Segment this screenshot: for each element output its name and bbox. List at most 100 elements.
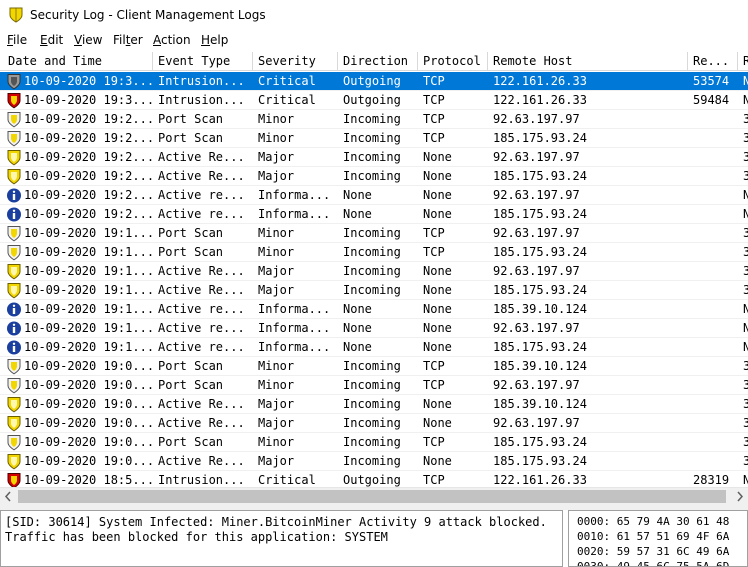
cell-protocol: None — [423, 283, 452, 297]
column-header[interactable]: R — [738, 52, 748, 71]
table-row[interactable]: 10-09-2020 19:1... Port Scan Minor Incoming… — [0, 243, 748, 262]
table-row[interactable]: 10-09-2020 19:2... Port Scan Minor Incoming… — [0, 129, 748, 148]
cell-r: N — [743, 321, 748, 335]
horizontal-scrollbar[interactable] — [0, 487, 748, 504]
cell-type: Port Scan — [158, 131, 224, 145]
cell-direction: None — [343, 188, 372, 202]
column-header[interactable]: Event Type — [153, 52, 253, 71]
cell-r: 3 — [743, 378, 748, 392]
detail-line: Traffic has been blocked for this applic… — [5, 530, 388, 544]
hex-line: 0020: 59 57 31 6C 49 6A — [577, 545, 729, 558]
cell-host: 185.39.10.124 — [493, 397, 587, 411]
cell-direction: Incoming — [343, 397, 401, 411]
cell-direction: Incoming — [343, 283, 401, 297]
column-header[interactable]: Date and Time — [3, 52, 153, 71]
table-row[interactable]: 10-09-2020 19:2... Active Re... Major Incom… — [0, 148, 748, 167]
cell-r: 3 — [743, 435, 748, 449]
cell-dt: 10-09-2020 19:1... — [24, 264, 153, 278]
cell-type: Active re... — [158, 340, 245, 354]
column-header[interactable]: Direction — [338, 52, 418, 71]
cell-r: N — [743, 188, 748, 202]
cell-protocol: None — [423, 150, 452, 164]
menu-edit[interactable]: Edit — [40, 33, 63, 47]
table-row[interactable]: 10-09-2020 19:0... Active Re... Major Incom… — [0, 414, 748, 433]
cell-dt: 10-09-2020 19:1... — [24, 283, 153, 297]
cell-r: 3 — [743, 283, 748, 297]
cell-host: 92.63.197.97 — [493, 378, 580, 392]
event-log-table[interactable]: Date and Time Event Type Severity Direction… — [0, 52, 748, 503]
scroll-right-icon[interactable] — [731, 488, 748, 505]
table-row[interactable]: 10-09-2020 19:0... Active Re... Major Incom… — [0, 395, 748, 414]
table-row[interactable]: 10-09-2020 19:2... Port Scan Minor Incoming… — [0, 110, 748, 129]
cell-protocol: None — [423, 169, 452, 183]
cell-dt: 10-09-2020 19:0... — [24, 397, 153, 411]
table-row[interactable]: 10-09-2020 19:2... Active re... Informa...… — [0, 205, 748, 224]
cell-port — [688, 148, 738, 167]
cell-r: 3 — [743, 112, 748, 126]
cell-direction: Incoming — [343, 245, 401, 259]
cell-r: N — [743, 340, 748, 354]
cell-dt: 10-09-2020 19:1... — [24, 245, 153, 259]
table-row[interactable]: 10-09-2020 19:3... Intrusion... Critical Ou… — [0, 72, 748, 91]
table-row[interactable]: 10-09-2020 19:3... Intrusion... Critical Ou… — [0, 91, 748, 110]
table-row[interactable]: 10-09-2020 19:0... Active Re... Major Incom… — [0, 452, 748, 471]
cell-dt: 10-09-2020 19:2... — [24, 207, 153, 221]
table-row[interactable]: 10-09-2020 19:0... Port Scan Minor Incoming… — [0, 433, 748, 452]
cell-host: 92.63.197.97 — [493, 112, 580, 126]
table-row[interactable]: 10-09-2020 19:1... Active Re... Major Incom… — [0, 281, 748, 300]
cell-severity: Informa... — [258, 321, 331, 335]
cell-r: N — [743, 74, 748, 88]
cell-port — [688, 338, 738, 357]
window-title: Security Log - Client Management Logs — [30, 8, 266, 22]
cell-severity: Minor — [258, 378, 295, 392]
scroll-thumb[interactable] — [18, 490, 726, 503]
menu-filter[interactable]: Filter — [113, 33, 143, 47]
scroll-left-icon[interactable] — [0, 488, 17, 505]
detail-line: [SID: 30614] System Infected: Miner.Bitc… — [5, 515, 547, 529]
menu-help[interactable]: Help — [201, 33, 228, 47]
cell-port — [688, 414, 738, 433]
cell-protocol: TCP — [423, 245, 445, 259]
table-row[interactable]: 10-09-2020 19:1... Port Scan Minor Incoming… — [0, 224, 748, 243]
table-row[interactable]: 10-09-2020 19:2... Active Re... Major Incom… — [0, 167, 748, 186]
cell-dt: 10-09-2020 19:1... — [24, 340, 153, 354]
column-header[interactable]: Remote Host — [488, 52, 688, 71]
table-row[interactable]: 10-09-2020 19:2... Active re... Informa...… — [0, 186, 748, 205]
cell-protocol: TCP — [423, 93, 445, 107]
table-row[interactable]: 10-09-2020 19:0... Port Scan Minor Incoming… — [0, 357, 748, 376]
table-row[interactable]: 10-09-2020 19:0... Port Scan Minor Incoming… — [0, 376, 748, 395]
cell-protocol: None — [423, 302, 452, 316]
column-header[interactable]: Protocol — [418, 52, 488, 71]
event-detail-pane[interactable]: [SID: 30614] System Infected: Miner.Bitc… — [0, 510, 563, 567]
table-header: Date and Time Event Type Severity Direction… — [0, 52, 748, 71]
cell-r: 3 — [743, 150, 748, 164]
hex-dump-pane[interactable]: 0000: 65 79 4A 30 61 48 0010: 61 57 51 69… — [568, 510, 748, 567]
menu-view[interactable]: View — [74, 33, 102, 47]
column-header[interactable]: Re... — [688, 52, 738, 71]
table-row[interactable]: 10-09-2020 19:1... Active re... Informa...… — [0, 338, 748, 357]
cell-protocol: None — [423, 321, 452, 335]
cell-port — [688, 110, 738, 129]
cell-port — [688, 357, 738, 376]
cell-host: 92.63.197.97 — [493, 321, 580, 335]
menu-action[interactable]: Action — [153, 33, 191, 47]
column-header[interactable]: Severity — [253, 52, 338, 71]
cell-severity: Critical — [258, 74, 316, 88]
cell-direction: Incoming — [343, 435, 401, 449]
cell-port — [688, 376, 738, 395]
hex-offset: 0020: — [577, 545, 611, 558]
cell-direction: Incoming — [343, 454, 401, 468]
cell-port — [688, 395, 738, 414]
cell-protocol: TCP — [423, 378, 445, 392]
cell-direction: None — [343, 207, 372, 221]
cell-protocol: None — [423, 264, 452, 278]
cell-type: Active Re... — [158, 264, 245, 278]
table-row[interactable]: 10-09-2020 19:1... Active Re... Major Incom… — [0, 262, 748, 281]
cell-protocol: TCP — [423, 359, 445, 373]
table-row[interactable]: 10-09-2020 19:1... Active re... Informa...… — [0, 300, 748, 319]
cell-type: Port Scan — [158, 359, 224, 373]
table-row[interactable]: 10-09-2020 19:1... Active re... Informa...… — [0, 319, 748, 338]
cell-severity: Major — [258, 169, 295, 183]
cell-host: 185.175.93.24 — [493, 454, 587, 468]
menu-file[interactable]: File — [7, 33, 27, 47]
